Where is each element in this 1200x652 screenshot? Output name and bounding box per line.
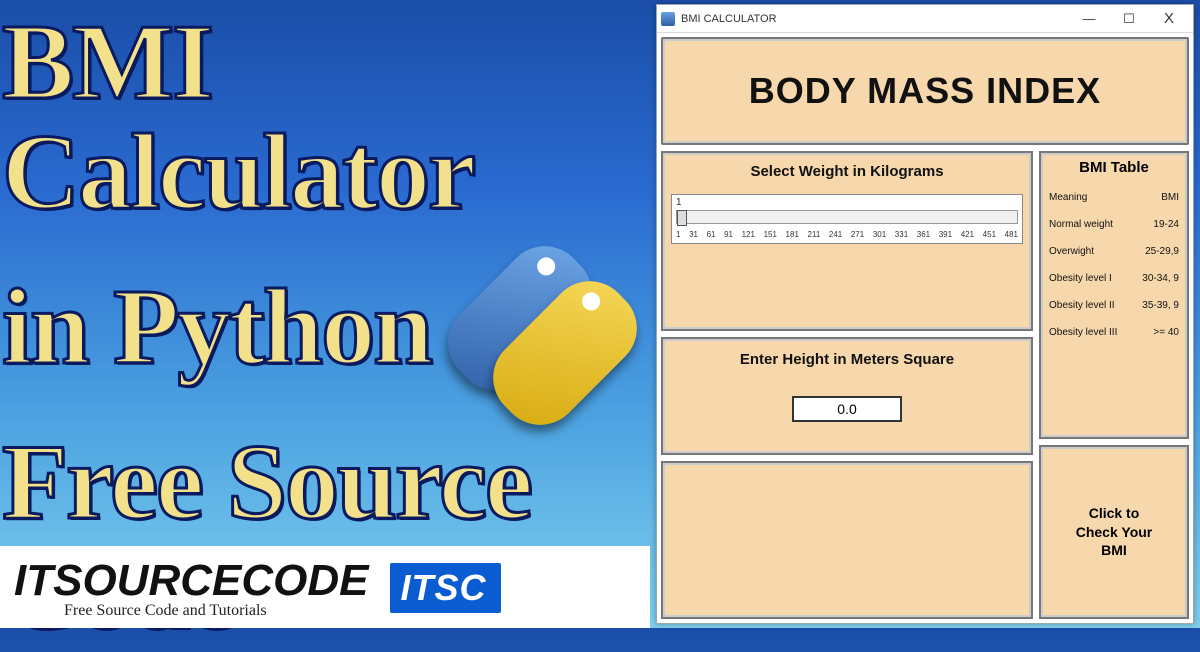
table-row: Normal weight 19-24: [1045, 211, 1183, 238]
weight-value: 1: [676, 197, 1018, 208]
title-bar[interactable]: BMI CALCULATOR — ☐ X: [657, 5, 1193, 33]
table-val: 35-39, 9: [1142, 300, 1179, 311]
table-row: Meaning BMI: [1045, 184, 1183, 211]
tick-label: 481: [1005, 230, 1018, 239]
check-bmi-button[interactable]: Click toCheck YourBMI: [1039, 445, 1189, 619]
height-input[interactable]: [792, 396, 902, 422]
table-row: Obesity level II 35-39, 9: [1045, 292, 1183, 319]
app-window: BMI CALCULATOR — ☐ X BODY MASS INDEX Sel…: [656, 4, 1194, 624]
bmi-table-title: BMI Table: [1045, 159, 1183, 176]
table-key: Obesity level III: [1049, 327, 1117, 338]
maximize-button[interactable]: ☐: [1109, 8, 1149, 30]
tick-label: 271: [851, 230, 864, 239]
brand-name: ITSOURCECODE: [14, 556, 368, 606]
weight-label: Select Weight in Kilograms: [750, 163, 943, 180]
tick-label: 241: [829, 230, 842, 239]
table-row: Overwight 25-29,9: [1045, 238, 1183, 265]
bmi-table-panel: BMI Table Meaning BMI Normal weight 19-24 Ov…: [1039, 151, 1189, 439]
table-key: Overwight: [1049, 246, 1094, 257]
tick-label: 421: [961, 230, 974, 239]
header-panel: BODY MASS INDEX: [661, 37, 1189, 145]
table-key: Obesity level II: [1049, 300, 1115, 311]
table-key: Obesity level I: [1049, 273, 1112, 284]
table-val: BMI: [1161, 192, 1179, 203]
tick-label: 301: [873, 230, 886, 239]
tick-label: 1: [676, 230, 680, 239]
table-val: >= 40: [1153, 327, 1179, 338]
table-val: 19-24: [1153, 219, 1179, 230]
height-label: Enter Height in Meters Square: [740, 351, 954, 368]
tick-label: 31: [689, 230, 698, 239]
brand-tagline: Free Source Code and Tutorials: [14, 602, 368, 620]
weight-scale[interactable]: 1 1 31 61 91 121 151 181 211 241 271 301 331 361 391 4…: [671, 194, 1023, 244]
minimize-button[interactable]: —: [1069, 8, 1109, 30]
weight-ticks: 1 31 61 91 121 151 181 211 241 271 301 331 361 391 421…: [676, 226, 1018, 243]
python-logo-icon: [435, 228, 645, 428]
tick-label: 91: [724, 230, 733, 239]
table-val: 25-29,9: [1145, 246, 1179, 257]
weight-track[interactable]: [676, 210, 1018, 224]
window-title: BMI CALCULATOR: [681, 13, 777, 25]
tick-label: 361: [917, 230, 930, 239]
promo-line-2: in Python: [2, 273, 431, 383]
table-row: Obesity level III >= 40: [1045, 319, 1183, 346]
close-button[interactable]: X: [1149, 8, 1189, 30]
tick-label: 331: [895, 230, 908, 239]
app-icon: [661, 12, 675, 26]
tick-label: 451: [983, 230, 996, 239]
app-body: BODY MASS INDEX Select Weight in Kilogra…: [657, 33, 1193, 623]
tick-label: 391: [939, 230, 952, 239]
brand-badge: ITSC: [390, 563, 500, 613]
result-panel: [661, 461, 1033, 619]
tick-label: 211: [808, 230, 821, 239]
table-row: Obesity level I 30-34, 9: [1045, 265, 1183, 292]
weight-panel: Select Weight in Kilograms 1 13161911211…: [661, 151, 1033, 331]
page-title: BODY MASS INDEX: [749, 70, 1101, 112]
height-panel: Enter Height in Meters Square: [661, 337, 1033, 455]
tick-label: 181: [786, 230, 799, 239]
check-bmi-label: Click toCheck YourBMI: [1076, 504, 1153, 561]
brand-bar: ITSOURCECODE Free Source Code and Tutori…: [0, 546, 650, 628]
tick-label: 61: [707, 230, 716, 239]
promo-line-1: BMI Calculator: [2, 8, 648, 228]
tick-label: 121: [742, 230, 755, 239]
weight-thumb[interactable]: [677, 210, 687, 226]
promo-banner: BMI Calculator in Python Free Source Cod…: [0, 0, 650, 628]
table-val: 30-34, 9: [1142, 273, 1179, 284]
table-key: Meaning: [1049, 192, 1087, 203]
table-key: Normal weight: [1049, 219, 1113, 230]
tick-label: 151: [764, 230, 777, 239]
